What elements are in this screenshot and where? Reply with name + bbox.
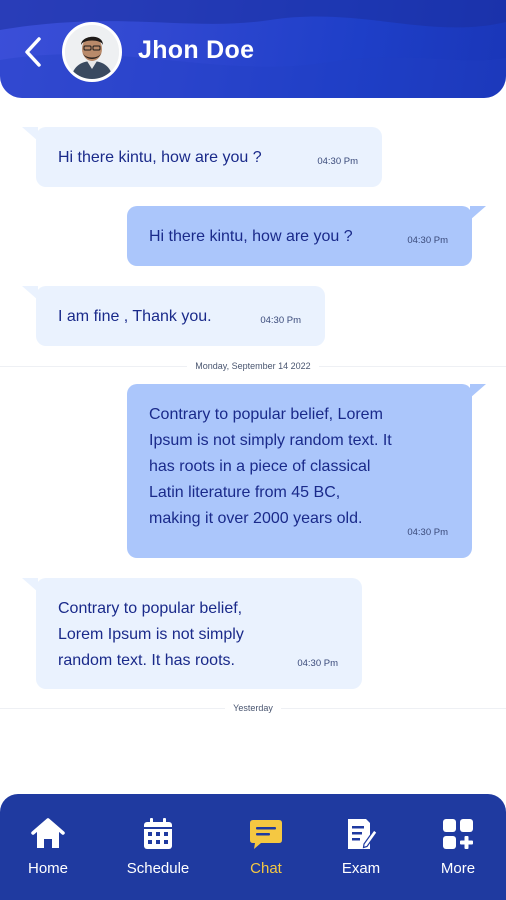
nav-item-more[interactable]: More: [418, 816, 498, 877]
home-icon: [30, 816, 66, 852]
grid-plus-icon: [440, 816, 476, 852]
nav-label: Schedule: [126, 860, 190, 877]
nav-label: Exam: [341, 860, 381, 877]
message-text: Hi there kintu, how are you ?: [149, 228, 353, 245]
message-received[interactable]: Contrary to popular belief, Lorem Ipsum …: [22, 578, 362, 689]
date-divider: Yesterday: [0, 703, 506, 713]
nav-label: Home: [27, 860, 68, 877]
chevron-left-icon: [25, 37, 41, 67]
nav-item-schedule[interactable]: Schedule: [118, 816, 198, 877]
message-list[interactable]: Hi there kintu, how are you ? 04:30 Pm H…: [0, 98, 506, 794]
bubble-tail: [470, 206, 486, 220]
message-text: Contrary to popular belief, Lorem Ipsum …: [58, 600, 244, 669]
nav-item-chat[interactable]: Chat: [226, 816, 306, 877]
chat-header: Jhon Doe: [0, 0, 506, 98]
bubble-tail: [22, 127, 38, 141]
nav-label: More: [440, 860, 476, 877]
date-divider-label: Yesterday: [225, 703, 281, 713]
nav-item-exam[interactable]: Exam: [321, 816, 401, 877]
exam-icon: [343, 816, 379, 852]
back-button[interactable]: [18, 34, 48, 70]
message-received[interactable]: I am fine , Thank you. 04:30 Pm: [22, 286, 325, 346]
message-time: 04:30 Pm: [407, 527, 448, 538]
calendar-icon: [140, 816, 176, 852]
bubble-tail: [22, 286, 38, 300]
date-divider-label: Monday, September 14 2022: [187, 361, 319, 371]
message-time: 04:30 Pm: [317, 156, 358, 167]
message-sent[interactable]: Hi there kintu, how are you ? 04:30 Pm: [127, 206, 486, 266]
bubble-tail: [22, 578, 38, 592]
bubble-tail: [470, 384, 486, 398]
nav-label: Chat: [250, 860, 282, 877]
message-time: 04:30 Pm: [260, 315, 301, 326]
bottom-nav: Home Schedule Chat Exam More: [0, 794, 506, 900]
nav-item-home[interactable]: Home: [8, 816, 88, 877]
message-text: Hi there kintu, how are you ?: [58, 149, 262, 166]
contact-name: Jhon Doe: [138, 36, 255, 64]
message-time: 04:30 Pm: [407, 235, 448, 246]
date-divider: Monday, September 14 2022: [0, 361, 506, 371]
message-time: 04:30 Pm: [297, 658, 338, 669]
chat-icon: [248, 816, 284, 852]
message-sent[interactable]: Contrary to popular belief, Lorem Ipsum …: [127, 384, 486, 558]
message-text: Contrary to popular belief, Lorem Ipsum …: [149, 406, 392, 527]
message-received[interactable]: Hi there kintu, how are you ? 04:30 Pm: [22, 127, 382, 187]
user-photo: [65, 25, 119, 79]
avatar[interactable]: [62, 22, 122, 82]
